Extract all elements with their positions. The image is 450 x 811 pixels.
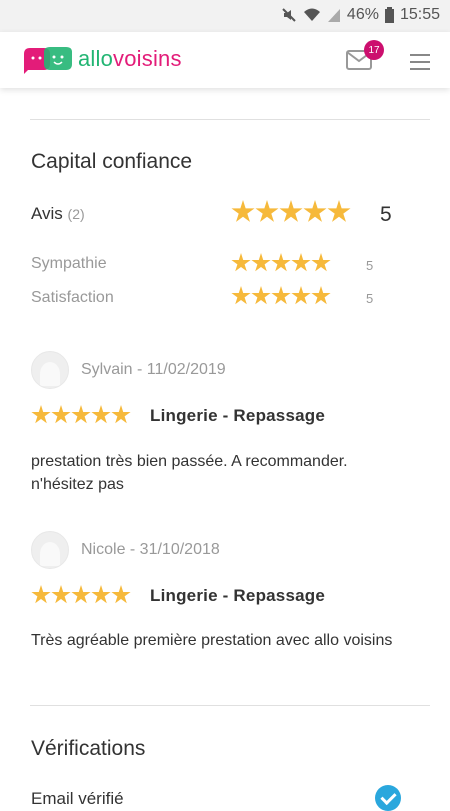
logo-icon — [24, 47, 72, 74]
review-author: Nicole - 31/10/2018 — [81, 541, 220, 558]
star-icon — [327, 200, 351, 222]
star-icon — [111, 585, 131, 604]
star-icon — [51, 585, 71, 604]
star-icon — [291, 286, 311, 305]
logo-text: allovoisins — [78, 46, 182, 72]
avis-count: (2) — [67, 206, 85, 222]
status-bar: 46% 15:55 — [0, 0, 450, 32]
avis-stars — [231, 200, 351, 224]
mail-badge: 17 — [364, 40, 384, 60]
logo-text-voisins: voisins — [113, 46, 182, 71]
avis-label: Avis (2) — [31, 204, 85, 224]
review-category: Lingerie - Repassage — [150, 406, 326, 425]
review-author: Sylvain - 11/02/2019 — [81, 361, 226, 378]
clock: 15:55 — [399, 6, 440, 23]
star-icon — [71, 585, 91, 604]
metric-label-sympathie: Sympathie — [31, 255, 107, 272]
mute-icon — [282, 8, 296, 22]
sympathie-score: 5 — [366, 258, 374, 273]
star-icon — [231, 253, 251, 272]
review-stars — [31, 585, 131, 605]
review-comment: prestation très bien passée. A recommand… — [31, 453, 348, 493]
sympathie-stars — [231, 253, 331, 273]
capital-title: Capital confiance — [31, 150, 193, 173]
star-icon — [111, 405, 131, 424]
verifications-title: Vérifications — [31, 737, 146, 760]
satisfaction-stars — [231, 286, 331, 306]
star-icon — [251, 286, 271, 305]
battery-percent: 46% — [346, 6, 379, 23]
status-icons: 46% 15:55 — [281, 6, 440, 24]
avis-score: 5 — [380, 203, 392, 226]
review-stars — [31, 405, 131, 425]
star-icon — [31, 585, 51, 604]
verification-email-label: Email vérifié — [31, 789, 124, 808]
star-icon — [231, 200, 255, 222]
star-icon — [51, 405, 71, 424]
wifi-icon — [303, 8, 320, 21]
check-icon — [375, 785, 401, 811]
star-icon — [251, 253, 271, 272]
battery-icon — [384, 7, 394, 23]
star-icon — [311, 286, 331, 305]
review-comment: Très agréable première prestation avec a… — [31, 632, 393, 649]
star-icon — [231, 286, 251, 305]
review-category: Lingerie - Repassage — [150, 586, 326, 605]
star-icon — [303, 200, 327, 222]
metric-label-satisfaction: Satisfaction — [31, 289, 114, 306]
star-icon — [271, 253, 291, 272]
divider-top — [30, 119, 430, 120]
star-icon — [271, 286, 291, 305]
star-icon — [71, 405, 91, 424]
menu-icon[interactable] — [410, 54, 430, 70]
star-icon — [279, 200, 303, 222]
allovoisins-logo[interactable]: allovoisins — [20, 44, 182, 74]
star-icon — [91, 585, 111, 604]
star-icon — [311, 253, 331, 272]
avatar — [31, 531, 69, 569]
satisfaction-score: 5 — [366, 291, 374, 306]
signal-icon — [327, 9, 340, 22]
logo-text-allo: allo — [78, 46, 114, 71]
app-header: allovoisins 17 — [0, 32, 450, 88]
star-icon — [91, 405, 111, 424]
avis-text: Avis — [31, 204, 63, 223]
star-icon — [291, 253, 311, 272]
star-icon — [255, 200, 279, 222]
divider-bottom — [30, 705, 430, 706]
avatar — [31, 351, 69, 389]
star-icon — [31, 405, 51, 424]
